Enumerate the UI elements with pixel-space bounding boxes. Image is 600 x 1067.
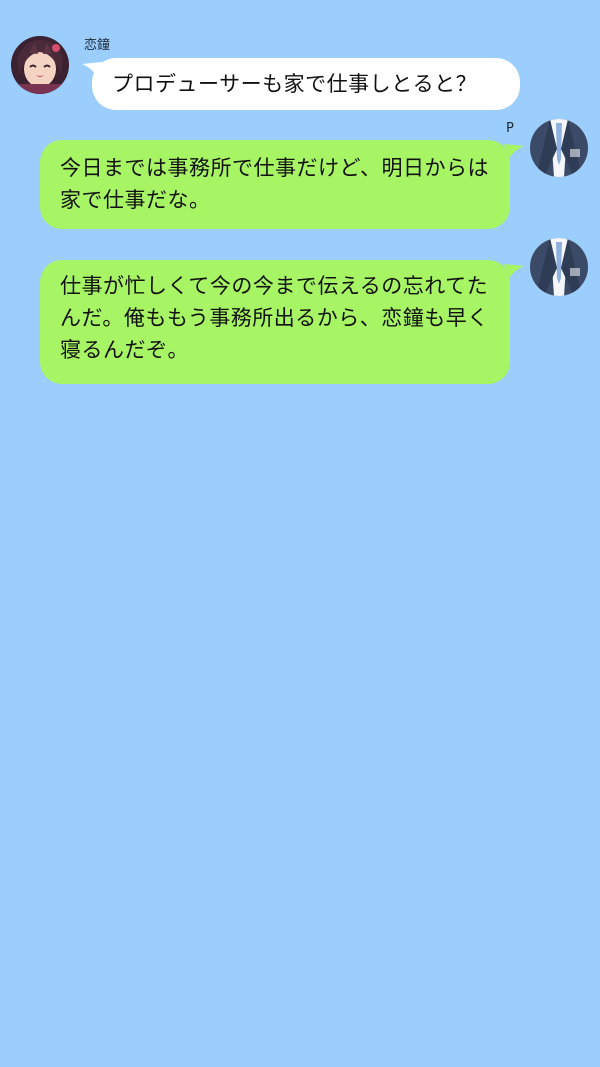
suit-avatar-icon xyxy=(530,119,588,177)
own-avatar[interactable] xyxy=(530,119,588,177)
message-text: 今日までは事務所で仕事だけど、明日からは家で仕事だな。 xyxy=(60,156,489,212)
message-bubble-outgoing[interactable]: 今日までは事務所で仕事だけど、明日からは家で仕事だな。 xyxy=(40,140,510,229)
own-avatar[interactable] xyxy=(530,238,588,296)
sender-name: P xyxy=(506,121,514,136)
suit-avatar-icon xyxy=(530,238,588,296)
message-bubble-outgoing[interactable]: 仕事が忙しくて今の今まで伝えるの忘れてたんだ。俺ももう事務所出るから、恋鐘も早く… xyxy=(40,260,510,384)
sender-name: 恋鐘 xyxy=(84,38,111,53)
character-avatar-icon xyxy=(11,36,69,94)
message-text: 仕事が忙しくて今の今まで伝えるの忘れてたんだ。俺ももう事務所出るから、恋鐘も早く… xyxy=(60,274,489,362)
message-text: プロデューサーも家で仕事しとると？ xyxy=(112,72,478,96)
message-bubble-incoming[interactable]: プロデューサーも家で仕事しとると？ xyxy=(92,58,520,110)
sender-avatar[interactable] xyxy=(11,36,69,94)
